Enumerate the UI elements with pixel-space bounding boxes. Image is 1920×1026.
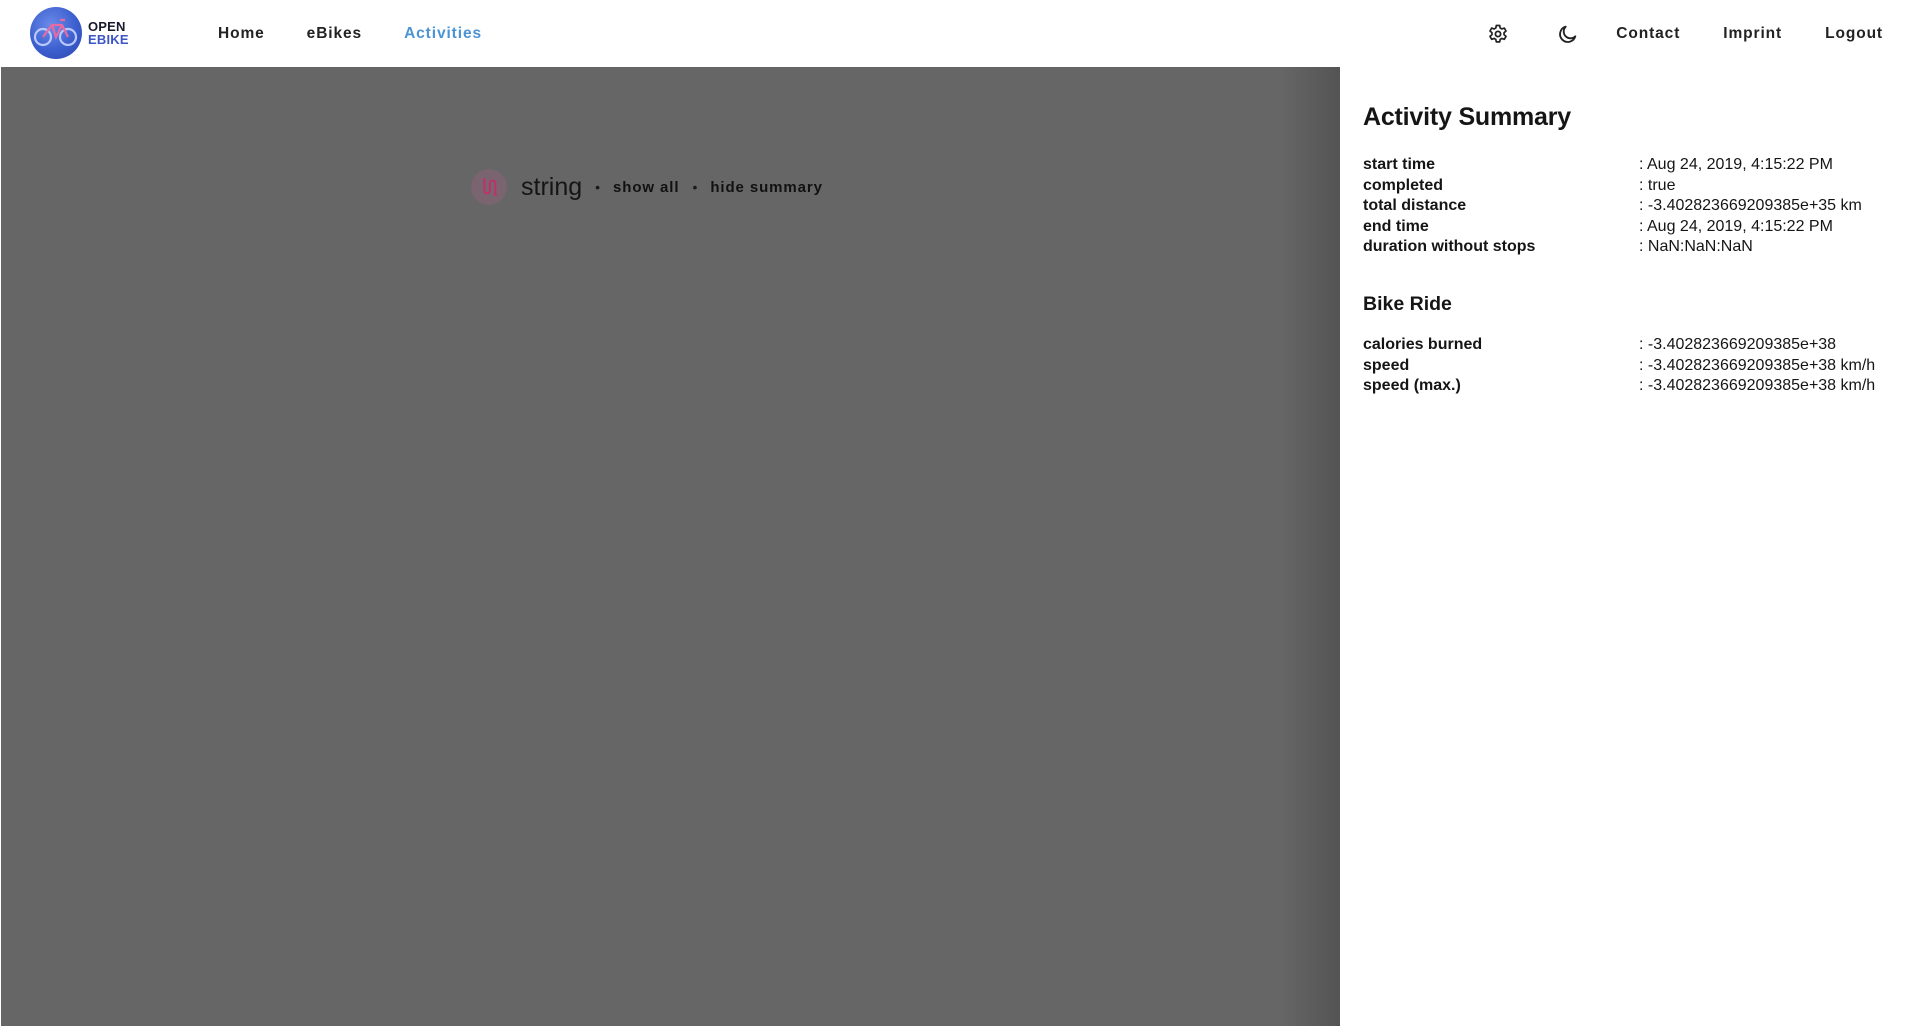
- summary-key: end time: [1363, 217, 1429, 235]
- summary-table: start time : Aug 24, 2019, 4:15:22 PM co…: [1363, 155, 1908, 258]
- bike-ride-title: Bike Ride: [1363, 293, 1452, 315]
- bike-ride-key: speed (max.): [1363, 377, 1461, 395]
- summary-value: : -3.402823669209385e+35 km: [1639, 197, 1862, 215]
- theme-toggle-button[interactable]: [1546, 12, 1590, 56]
- moon-icon: [1559, 25, 1577, 43]
- summary-title: Activity Summary: [1363, 103, 1571, 131]
- separator-dot: •: [595, 179, 601, 195]
- summary-key: start time: [1363, 156, 1436, 173]
- bike-ride-value: : -3.402823669209385e+38: [1639, 336, 1837, 353]
- summary-row: duration without stops : NaN:NaN:NaN: [1363, 237, 1908, 258]
- summary-value: : NaN:NaN:NaN: [1639, 238, 1753, 256]
- summary-row: total distance : -3.402823669209385e+35 …: [1363, 196, 1908, 217]
- nav-item-home[interactable]: Home: [218, 25, 265, 43]
- separator-dot: •: [692, 179, 698, 195]
- imprint-link[interactable]: Imprint: [1723, 25, 1782, 43]
- activity-header: string • show all • hide summary: [471, 167, 823, 207]
- bike-ride-key: speed: [1363, 356, 1410, 374]
- gear-icon: [1489, 24, 1508, 43]
- route-icon: [471, 169, 507, 205]
- bike-ride-value: : -3.402823669209385e+38 km/h: [1639, 356, 1876, 374]
- activity-map-overlay[interactable]: string • show all • hide summary: [1, 67, 1340, 1026]
- bike-ride-value: : -3.402823669209385e+38 km/h: [1639, 377, 1876, 395]
- summary-key: duration without stops: [1363, 238, 1536, 256]
- summary-row: start time : Aug 24, 2019, 4:15:22 PM: [1363, 155, 1908, 176]
- summary-value: : true: [1639, 176, 1676, 194]
- brand-logo[interactable]: OPEN EBIKE: [30, 7, 138, 59]
- bike-ride-key: calories burned: [1363, 336, 1483, 353]
- contact-link[interactable]: Contact: [1616, 25, 1680, 43]
- nav-item-activities[interactable]: Activities: [404, 25, 482, 43]
- bike-logo-icon: [30, 7, 82, 59]
- bike-ride-table: calories burned : -3.402823669209385e+38…: [1363, 335, 1908, 397]
- brand-line-2: EBIKE: [88, 32, 129, 47]
- bike-ride-row: calories burned : -3.402823669209385e+38: [1363, 335, 1908, 356]
- bike-ride-row: speed : -3.402823669209385e+38 km/h: [1363, 356, 1908, 377]
- show-all-link[interactable]: show all: [613, 179, 679, 196]
- main-nav: Home eBikes Activities: [200, 0, 506, 67]
- hide-summary-link[interactable]: hide summary: [710, 179, 823, 196]
- summary-row: completed : true: [1363, 176, 1908, 197]
- logout-link[interactable]: Logout: [1825, 25, 1883, 43]
- top-navigation-bar: OPEN EBIKE Home eBikes Activities Contac…: [0, 0, 1920, 67]
- nav-item-ebikes[interactable]: eBikes: [307, 25, 362, 43]
- brand-wordmark: OPEN EBIKE: [88, 20, 129, 46]
- bike-ride-row: speed (max.) : -3.402823669209385e+38 km…: [1363, 376, 1908, 397]
- summary-key: completed: [1363, 176, 1444, 194]
- summary-row: end time : Aug 24, 2019, 4:15:22 PM: [1363, 217, 1908, 238]
- activity-title: string: [521, 172, 583, 201]
- header-tools: Contact Imprint Logout: [1476, 0, 1920, 67]
- summary-value: : Aug 24, 2019, 4:15:22 PM: [1639, 217, 1833, 235]
- summary-key: total distance: [1363, 197, 1467, 215]
- summary-value: : Aug 24, 2019, 4:15:22 PM: [1639, 156, 1833, 173]
- settings-button[interactable]: [1476, 12, 1520, 56]
- activity-summary-panel: Activity Summary start time : Aug 24, 20…: [1340, 67, 1920, 1026]
